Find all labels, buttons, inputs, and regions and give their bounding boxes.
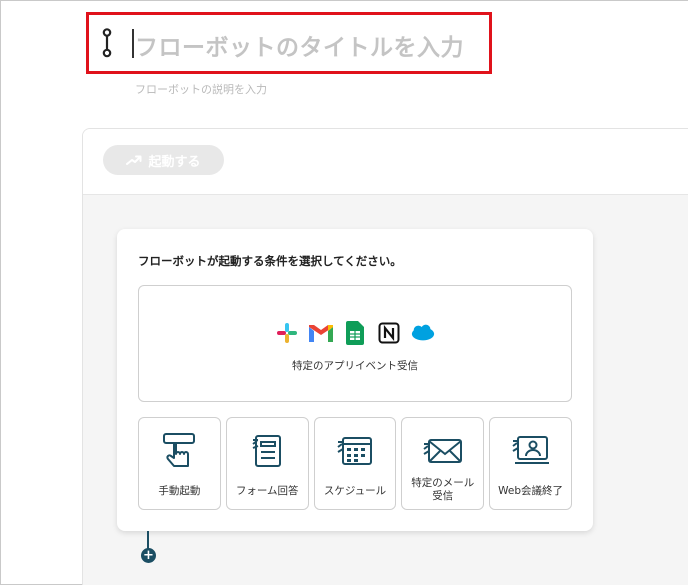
launch-icon bbox=[126, 155, 142, 165]
app-icon-row bbox=[139, 321, 571, 345]
specific-mail-label: 特定のメール 受信 bbox=[411, 477, 475, 502]
app-event-option[interactable]: 特定のアプリイベント受信 bbox=[138, 285, 572, 402]
manual-start-icon bbox=[163, 433, 196, 467]
app-event-label: 特定のアプリイベント受信 bbox=[292, 360, 418, 372]
google-sheets-icon bbox=[342, 321, 368, 345]
text-caret bbox=[132, 29, 134, 58]
web-meeting-icon bbox=[511, 436, 549, 464]
gmail-icon bbox=[308, 321, 334, 345]
flow-node-icon bbox=[102, 28, 112, 58]
trigger-heading: フローボットが起動する条件を選択してください。 bbox=[138, 254, 402, 268]
start-button[interactable]: 起動する bbox=[103, 145, 224, 175]
title-field[interactable]: フローボットのタイトルを入力 bbox=[86, 12, 492, 74]
form-answer-label: フォーム回答 bbox=[235, 485, 299, 497]
schedule-icon bbox=[337, 437, 372, 465]
trigger-select-card: フローボットが起動する条件を選択してください。 特定のアプリイベント受信 手動起… bbox=[117, 229, 593, 531]
mail-icon bbox=[423, 439, 462, 463]
title-input[interactable]: フローボットのタイトルを入力 bbox=[135, 28, 464, 62]
specific-mail-option[interactable]: 特定のメール 受信 bbox=[401, 417, 485, 510]
form-answer-option[interactable]: フォーム回答 bbox=[225, 417, 309, 510]
description-input[interactable]: フローボットの説明を入力 bbox=[135, 81, 267, 97]
schedule-option[interactable]: スケジュール bbox=[313, 417, 397, 510]
slack-icon bbox=[274, 321, 300, 345]
manual-start-option[interactable]: 手動起動 bbox=[138, 417, 221, 510]
panel-toolbar: 起動する bbox=[83, 129, 688, 195]
plus-icon: + bbox=[143, 548, 154, 563]
notion-icon bbox=[376, 321, 402, 345]
form-icon bbox=[252, 435, 282, 467]
web-meeting-end-label: Web会議終了 bbox=[498, 485, 564, 497]
trigger-options: 手動起動 フォーム回答 スケジュール 特定のメール 受信 Web会議終了 bbox=[138, 417, 572, 510]
schedule-label: スケジュール bbox=[323, 485, 387, 497]
manual-start-label: 手動起動 bbox=[158, 485, 201, 497]
add-step-button[interactable]: + bbox=[141, 548, 156, 563]
salesforce-icon bbox=[410, 321, 436, 345]
start-button-label: 起動する bbox=[148, 154, 201, 170]
web-meeting-end-option[interactable]: Web会議終了 bbox=[489, 417, 572, 510]
